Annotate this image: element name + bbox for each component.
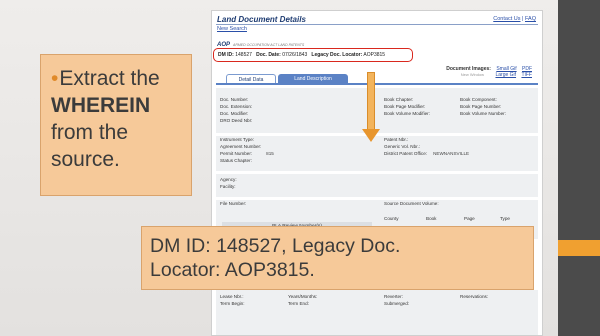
term-end-label: Term End: [288, 301, 309, 306]
slide-side-stripe [558, 0, 600, 336]
tiff-link[interactable]: TIFF [521, 72, 532, 78]
new-window-checkbox[interactable]: New Window [461, 72, 484, 77]
down-arrow-shaft [367, 72, 375, 130]
callout-line-4: source. [51, 148, 120, 171]
doc-date-value: 07/26/1843 [282, 52, 308, 58]
tab-underline [216, 83, 538, 85]
doc-date-label: Doc. Date: [256, 52, 281, 58]
link-separator: | [522, 16, 524, 22]
slide-accent-stripe [558, 240, 600, 256]
doc-modifier-label: Doc. Modifier: [220, 111, 249, 116]
book-page-modifier-label: Book Page Modifier: [384, 104, 426, 109]
status-chapter-label: Status Chapter: [220, 158, 252, 163]
down-arrow-icon [362, 129, 380, 142]
bullet-icon: • [51, 67, 59, 90]
patent-nbr-label: Patent Nbr.: [384, 137, 409, 142]
agency-label: Agency: [220, 177, 237, 182]
permit-number-field: Permit Number: 815 [220, 151, 274, 156]
tab-detail-data[interactable]: Detail Data [226, 74, 276, 83]
district-office-value: NEWNANSVILLE [433, 151, 470, 156]
county-column-header: County [384, 216, 399, 221]
lease-nbr-label: Lease Nbr.: [220, 294, 244, 299]
type-column-header: Type [500, 216, 510, 221]
document-section [216, 87, 538, 133]
years-months-label: Years/Months: [288, 294, 318, 299]
dm-id-label: DM ID: [218, 52, 234, 58]
new-search-link[interactable]: New Search [217, 26, 247, 32]
callout-line-2: WHEREIN [51, 94, 151, 117]
district-office-field: District Patent Office: NEWNANSVILLE [384, 151, 469, 156]
book-chapter-label: Book Chapter: [384, 97, 414, 102]
permit-number-label: Permit Number: [220, 151, 253, 156]
faq-link[interactable]: FAQ [525, 16, 536, 22]
submerged-label: Submerged: [384, 301, 410, 306]
dm-id-value: 148527 [235, 52, 252, 58]
term-begin-label: Term Begin: [220, 301, 245, 306]
district-office-label: District Patent Office: [384, 151, 428, 156]
answer-line-2: Locator: AOP3815. [150, 259, 315, 281]
agreement-number-label: Agreement Number: [220, 144, 262, 149]
reservations-label: Reservations: [460, 294, 489, 299]
lease-section [216, 289, 538, 335]
file-number-label: File Number: [220, 201, 247, 206]
permit-number-value: 815 [266, 151, 274, 156]
locator-label: Legacy Doc. Locator: [311, 52, 363, 58]
tab-land-description[interactable]: Land Description [278, 74, 348, 83]
book-column-header: Book [426, 216, 437, 221]
book-volume-modifier-label: Book Volume Modifier: [384, 111, 430, 116]
callout-line-1: Extract the [59, 67, 160, 90]
dro-deed-label: DRO Deed Nbr: [220, 118, 253, 123]
header-links: Contact Us | FAQ [493, 16, 536, 22]
doc-extension-label: Doc. Extension: [220, 104, 253, 109]
answer-callout: DM ID: 148527, Legacy Doc. Locator: AOP3… [141, 226, 534, 290]
answer-line-1: DM ID: 148527, Legacy Doc. [150, 235, 401, 257]
reverter-label: Reverter: [384, 294, 403, 299]
locator-value: AOP3815 [363, 52, 386, 58]
aop-description: ARMED OCCUPATION ACT LAND PATENTS [233, 43, 305, 47]
instrument-type-label: Instrument Type: [220, 137, 255, 142]
agency-section [216, 173, 538, 197]
title-divider [216, 24, 538, 25]
source-doc-volume-label: Source Document Volume: [384, 201, 439, 206]
book-volume-number-label: Book Volume Number: [460, 111, 506, 116]
page-column-header: Page [464, 216, 475, 221]
page-title: Land Document Details [217, 15, 306, 24]
dm-id-highlight: DM ID: 148527 Doc. Date: 07/26/1843 Lega… [213, 48, 413, 62]
doc-number-label: Doc. Number: [220, 97, 249, 102]
book-component-label: Book Component: [460, 97, 497, 102]
instruction-callout: •Extract the WHEREIN from the source. [40, 54, 192, 196]
document-images: Document Images: Small Gif PDF New Windo… [446, 66, 532, 78]
facility-label: Facility: [220, 184, 236, 189]
contact-us-link[interactable]: Contact Us [493, 16, 520, 22]
large-gif-link[interactable]: Large Gif [495, 72, 516, 78]
generic-vol-label: Generic Vol. Nbr.: [384, 144, 421, 149]
callout-line-3: from the [51, 121, 129, 144]
book-page-number-label: Book Page Number: [460, 104, 502, 109]
